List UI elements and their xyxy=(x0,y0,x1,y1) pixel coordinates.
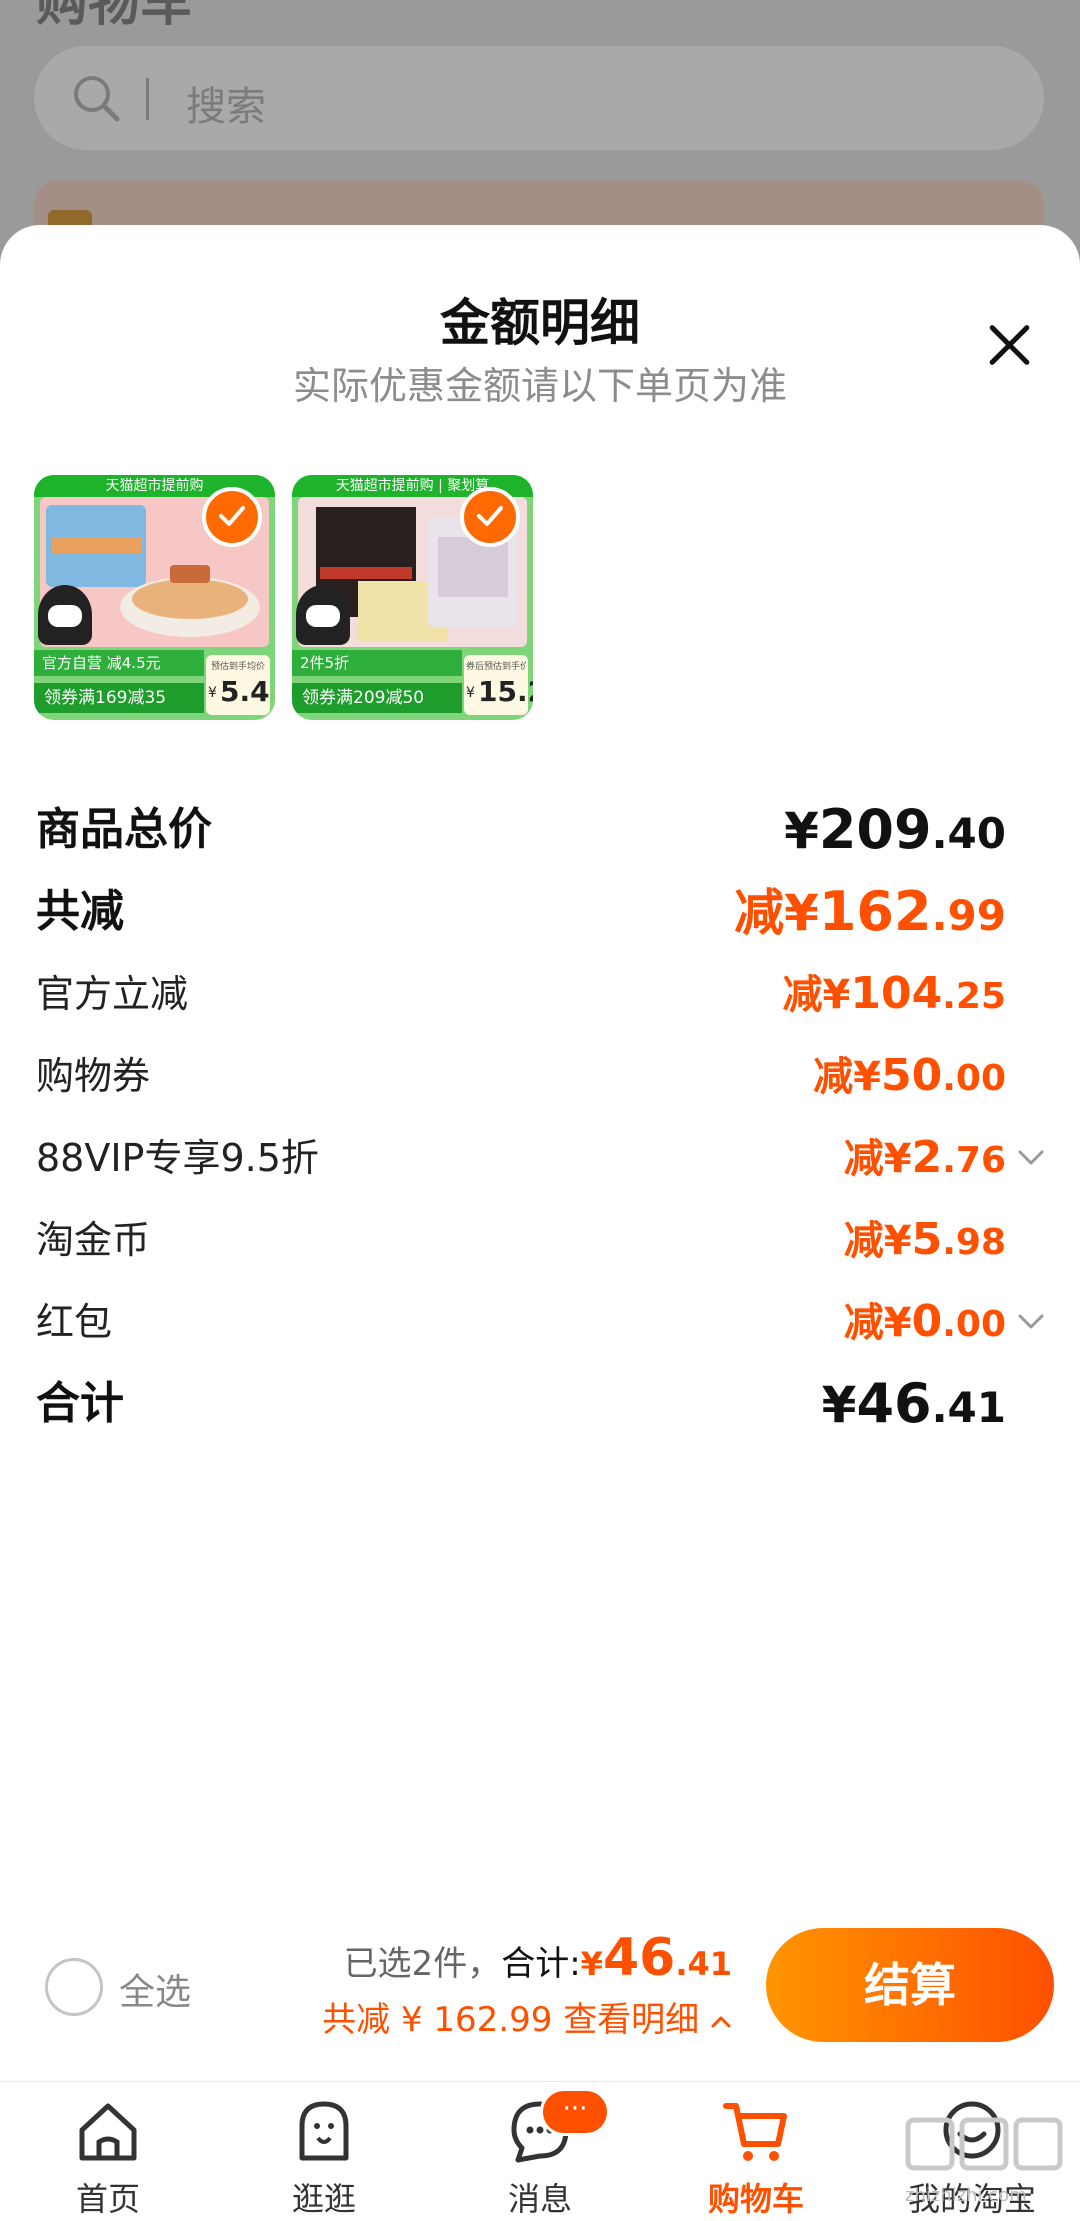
row-label: 官方立减 xyxy=(36,972,189,1016)
select-all-label: 全选 xyxy=(119,1972,192,2013)
price-label: 预估到手均价 xyxy=(210,662,265,672)
search-icon xyxy=(74,76,120,122)
tab-label: 逛逛 xyxy=(291,2180,356,2218)
row-88vip-discount[interactable]: 88VIP专享9.5折 减¥2.76 xyxy=(36,1123,1046,1193)
tab-label: 消息 xyxy=(507,2180,572,2218)
row-amount: 减¥50.00 xyxy=(813,1050,1006,1101)
row-label: 商品总价 xyxy=(36,804,212,855)
tab-browse[interactable]: 逛逛 xyxy=(216,2082,432,2221)
discount-summary: 共减 ¥ 162.99 xyxy=(322,2000,553,2040)
sheet-subtitle: 实际优惠金额请以下单页为准 xyxy=(292,364,787,408)
chevron-down-icon[interactable] xyxy=(1016,1307,1046,1337)
price-value: 15.2 xyxy=(478,675,533,708)
price-currency: ¥ xyxy=(208,685,217,701)
row-amount: ¥209.40 xyxy=(784,798,1006,861)
checkout-button[interactable]: 结算 xyxy=(766,1928,1054,2042)
tmall-cat-icon xyxy=(296,585,350,645)
row-amount: 减¥2.76 xyxy=(843,1132,1006,1183)
summary-total-line: 已选2件，合计:¥46.41 xyxy=(343,1928,732,1988)
coupon-line: 领券满209减50 xyxy=(292,683,462,713)
chevron-up-icon xyxy=(711,2016,731,2027)
tab-home[interactable]: 首页 xyxy=(0,2082,216,2221)
total-label: 合计: xyxy=(501,1944,581,1984)
price-label: 券后预估到手价 xyxy=(466,662,526,672)
product-thumbnail[interactable]: 天猫超市提前购 官方自营 减4.5元 领券满169减35 预估到手均价 ¥ 5.… xyxy=(34,475,275,720)
coupon-line: 领券满169减35 xyxy=(34,683,204,713)
price-value: 5.4 xyxy=(220,675,270,708)
price-currency: ¥ xyxy=(466,685,475,701)
price-box: 预估到手均价 ¥ 5.4 xyxy=(206,655,270,715)
view-detail-toggle[interactable]: 共减 ¥ 162.99 查看明细 xyxy=(322,1992,732,2041)
row-official-discount: 官方立减 减¥104.25 xyxy=(36,959,1046,1029)
product-thumbnail[interactable]: 天猫超市提前购 | 聚划算 2件5折 领券满209减50 券后预估到手价 ¥ 1… xyxy=(292,475,533,720)
select-all-toggle[interactable]: 全选 xyxy=(45,1955,265,2021)
cart-summary: 已选2件，合计:¥46.41 共减 ¥ 162.99 查看明细 xyxy=(300,1928,740,2041)
row-amount: 减¥5.98 xyxy=(843,1214,1006,1265)
close-icon[interactable] xyxy=(975,310,1045,380)
row-label: 购物券 xyxy=(36,1054,151,1098)
amount-detail-sheet: 金额明细 实际优惠金额请以下单页为准 天猫超市提前购 官方自营 减4.5元 领券… xyxy=(0,225,1080,2081)
price-box: 券后预估到手价 ¥ 15.2 xyxy=(464,655,533,715)
message-badge: ··· xyxy=(540,2088,610,2136)
row-total-discount: 共减 减¥162.99 xyxy=(36,877,1046,947)
cart-icon xyxy=(723,2103,787,2161)
total-dec: .41 xyxy=(675,1945,732,1983)
row-grand-total: 合计 ¥46.41 xyxy=(36,1369,1046,1439)
row-label: 88VIP专享9.5折 xyxy=(36,1136,319,1180)
sheet-title: 金额明细 xyxy=(440,294,640,352)
row-taobao-coins: 淘金币 减¥5.98 xyxy=(36,1205,1046,1275)
row-amount: 减¥104.25 xyxy=(782,968,1006,1019)
row-amount: 减¥162.99 xyxy=(734,880,1006,943)
row-red-packet[interactable]: 红包 减¥0.00 xyxy=(36,1287,1046,1357)
search-divider xyxy=(146,78,149,120)
row-amount: ¥46.41 xyxy=(821,1372,1006,1435)
selected-count: 已选2件， xyxy=(343,1944,502,1984)
chevron-down-icon[interactable] xyxy=(1016,1143,1046,1173)
home-icon xyxy=(79,2103,137,2161)
row-shopping-coupon: 购物券 减¥50.00 xyxy=(36,1041,1046,1111)
tab-label: 首页 xyxy=(75,2180,140,2218)
tab-label: 购物车 xyxy=(707,2180,804,2218)
select-all-checkbox[interactable] xyxy=(45,1958,103,2016)
tab-messages[interactable]: ··· 消息 xyxy=(432,2082,648,2221)
promo-line: 2件5折 xyxy=(292,650,462,676)
search-placeholder: 搜索 xyxy=(186,84,266,130)
promo-line: 官方自营 减4.5元 xyxy=(34,650,204,676)
row-amount: 减¥0.00 xyxy=(843,1296,1006,1347)
tab-cart[interactable]: 购物车 xyxy=(648,2082,864,2221)
row-label: 合计 xyxy=(36,1378,124,1429)
total-int: 46 xyxy=(602,1928,676,1988)
row-label: 淘金币 xyxy=(36,1218,151,1262)
product-thumbnails: 天猫超市提前购 官方自营 减4.5元 领券满169减35 预估到手均价 ¥ 5.… xyxy=(34,475,533,720)
tmall-cat-icon xyxy=(38,585,92,645)
row-goods-total: 商品总价 ¥209.40 xyxy=(36,795,1046,865)
selected-check-icon[interactable] xyxy=(460,487,520,547)
watermark-text: zhizhizhi.com xyxy=(905,2185,1027,2206)
row-label: 共减 xyxy=(36,886,124,937)
page-title: 购物车 xyxy=(36,0,193,33)
browse-face-icon xyxy=(299,2101,349,2161)
row-label: 红包 xyxy=(36,1300,113,1344)
view-detail-label: 查看明细 xyxy=(563,2000,700,2040)
selected-check-icon[interactable] xyxy=(202,487,262,547)
search-bar[interactable]: 搜索 xyxy=(34,46,1044,150)
